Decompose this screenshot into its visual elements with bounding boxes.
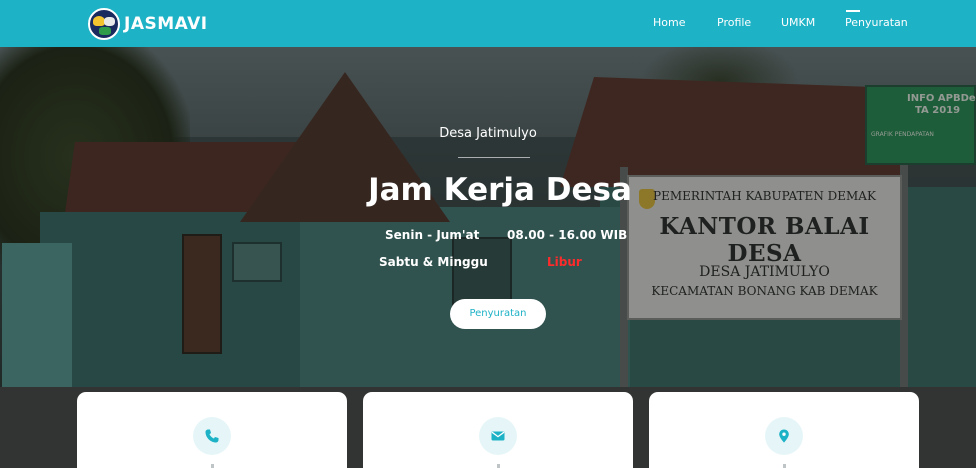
contact-card-phone [77, 392, 347, 468]
phone-icon [193, 417, 231, 455]
brand-name: JASMAVI [124, 14, 208, 34]
schedule-hours-closed: Libur [547, 255, 582, 269]
nav-active-indicator [846, 10, 860, 12]
map-pin-icon [765, 417, 803, 455]
hero-title: Jam Kerja Desa [368, 172, 632, 208]
nav-link-profile[interactable]: Profile [717, 16, 751, 29]
card-text-stub [783, 464, 786, 468]
brand-logo-icon [88, 8, 120, 40]
card-text-stub [497, 464, 500, 468]
hero-subtitle: Desa Jatimulyo [439, 126, 537, 141]
nav-link-umkm[interactable]: UMKM [781, 16, 815, 29]
schedule-hours: 08.00 - 16.00 WIB [507, 228, 628, 242]
contact-card-location [649, 392, 919, 468]
envelope-icon [479, 417, 517, 455]
penyuratan-button[interactable]: Penyuratan [450, 299, 546, 329]
navbar: JASMAVI Home Profile UMKM Penyuratan [0, 0, 976, 47]
contact-card-email [363, 392, 633, 468]
hero-divider [458, 157, 530, 158]
card-text-stub [211, 464, 214, 468]
nav-link-penyuratan[interactable]: Penyuratan [845, 16, 908, 29]
nav-link-home[interactable]: Home [653, 16, 685, 29]
schedule-days: Sabtu & Minggu [379, 255, 488, 269]
schedule-days: Senin - Jum'at [385, 228, 480, 242]
brand[interactable]: JASMAVI [88, 7, 208, 41]
